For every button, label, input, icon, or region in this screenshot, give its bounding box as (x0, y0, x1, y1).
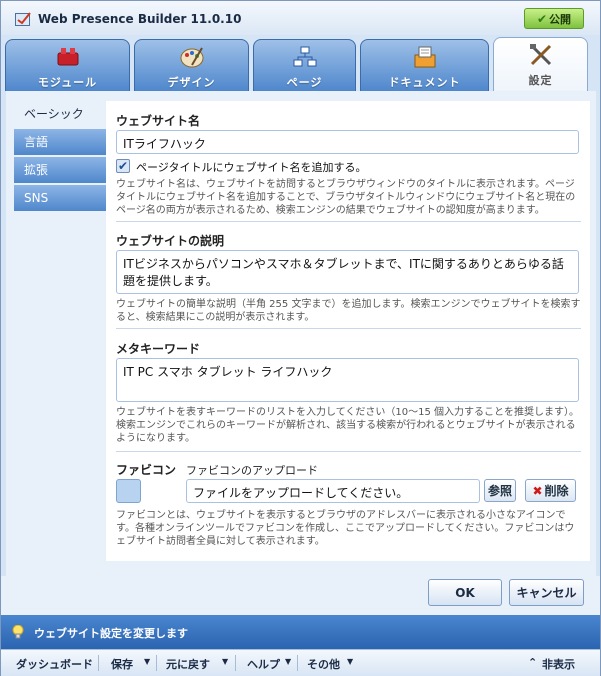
other-dropdown-icon[interactable]: ▼ (347, 657, 353, 666)
sidebar-item-sns[interactable]: SNS (14, 185, 106, 211)
tab-label: ページ (286, 76, 323, 89)
status-text: ウェブサイト設定を変更します (34, 627, 188, 640)
hide-button[interactable]: 非表示 (542, 656, 575, 672)
collapse-icon[interactable]: ⌃ (528, 656, 537, 669)
sidebar-item-basic[interactable]: ベーシック (14, 101, 106, 127)
help-dropdown-icon[interactable]: ▼ (285, 657, 291, 666)
publish-button[interactable]: ✔ 公開 (524, 8, 584, 29)
ok-button[interactable]: OK (428, 579, 502, 606)
tab-modules[interactable]: モジュール (5, 39, 130, 91)
site-name-input[interactable]: ITライフハック (116, 130, 579, 154)
site-name-title: ウェブサイト名 (116, 114, 201, 128)
documents-icon (414, 46, 435, 68)
status-bar: ウェブサイト設定を変更します (1, 615, 600, 649)
main-tabs: モジュール デザイン ページ ドキュメント 設定 (1, 35, 600, 93)
app-title: Web Presence Builder 11.0.10 (38, 12, 242, 26)
delete-label: 削除 (544, 484, 569, 498)
toolbar-separator (235, 655, 236, 671)
divider (116, 328, 581, 329)
meta-keywords-textarea[interactable]: IT PC スマホ タブレット ライフハック (116, 358, 579, 402)
toolbar-separator (297, 655, 298, 671)
help-button[interactable]: ヘルプ (247, 656, 280, 672)
tab-design[interactable]: デザイン (134, 39, 249, 91)
site-description-help: ウェブサイトの簡単な説明（半角 255 文字まで）を追加します。検索エンジンでウ… (116, 299, 581, 323)
add-site-name-label: ページタイトルにウェブサイト名を追加する。 (136, 161, 367, 174)
favicon-file-input[interactable]: ファイルをアップロードしてください。 (186, 479, 480, 503)
undo-dropdown-icon[interactable]: ▼ (222, 657, 228, 666)
lightbulb-icon (12, 625, 24, 639)
save-button[interactable]: 保存 (111, 656, 133, 672)
save-dropdown-icon[interactable]: ▼ (144, 657, 150, 666)
cancel-button[interactable]: キャンセル (509, 579, 584, 606)
tab-pages[interactable]: ページ (253, 39, 356, 91)
bottom-toolbar: ダッシュボード 保存 ▼ 元に戻す ▼ ヘルプ ▼ その他 ▼ ⌃ 非表示 (1, 649, 600, 676)
delete-icon: ✖ (532, 483, 543, 498)
app-window: Web Presence Builder 11.0.10 ✔ 公開 モジュール … (0, 0, 601, 676)
other-button[interactable]: その他 (307, 656, 340, 672)
tab-documents[interactable]: ドキュメント (360, 39, 489, 91)
divider (116, 451, 581, 452)
favicon-title: ファビコン (116, 463, 177, 477)
settings-panel: ウェブサイト名 ITライフハック ✔ ページタイトルにウェブサイト名を追加する。… (106, 101, 590, 561)
design-icon (180, 47, 203, 68)
tab-label: モジュール (37, 76, 98, 89)
tab-label: ドキュメント (388, 76, 461, 89)
undo-button[interactable]: 元に戻す (166, 656, 210, 672)
settings-sidebar: ベーシック 言語 拡張 SNS (14, 101, 106, 213)
site-name-description: ウェブサイト名は、ウェブサイトを訪問するとブラウザウィンドウのタイトルに表示され… (116, 179, 576, 216)
toolbar-separator (156, 655, 157, 671)
meta-keywords-title: メタキーワード (116, 342, 201, 356)
modules-icon (57, 48, 78, 66)
settings-icon (529, 44, 551, 66)
dialog-footer: OK キャンセル (1, 576, 600, 615)
favicon-help: ファビコンとは、ウェブサイトを表示するとブラウザのアドレスバーに表示される小さな… (116, 510, 575, 547)
add-site-name-checkbox[interactable]: ✔ (116, 159, 130, 173)
meta-keywords-help: ウェブサイトを表すキーワードのリストを入力してください（10～15 個入力するこ… (116, 407, 580, 444)
tab-label: デザイン (167, 76, 216, 89)
browse-button[interactable]: 参照 (484, 479, 516, 502)
checkmark-icon: ✔ (536, 11, 548, 26)
toolbar-separator (98, 655, 99, 671)
tab-settings[interactable]: 設定 (493, 37, 588, 93)
title-bar: Web Presence Builder 11.0.10 ✔ 公開 (1, 1, 600, 35)
app-logo-icon (15, 12, 31, 26)
pages-icon (293, 46, 316, 67)
divider (116, 221, 581, 222)
favicon-preview (116, 479, 141, 503)
sidebar-item-language[interactable]: 言語 (14, 129, 106, 155)
dashboard-button[interactable]: ダッシュボード (16, 656, 93, 672)
tab-label: 設定 (528, 74, 553, 87)
site-description-title: ウェブサイトの説明 (116, 234, 225, 248)
settings-body: ベーシック 言語 拡張 SNS ウェブサイト名 ITライフハック ✔ ページタイ… (6, 91, 596, 576)
delete-button[interactable]: ✖ 削除 (525, 479, 576, 502)
publish-label: 公開 (549, 12, 572, 26)
favicon-upload-title: ファビコンのアップロード (186, 464, 318, 477)
sidebar-item-extensions[interactable]: 拡張 (14, 157, 106, 183)
site-description-textarea[interactable]: ITビジネスからパソコンやスマホ＆タブレットまで、ITに関するありとあらゆる話題… (116, 250, 579, 294)
